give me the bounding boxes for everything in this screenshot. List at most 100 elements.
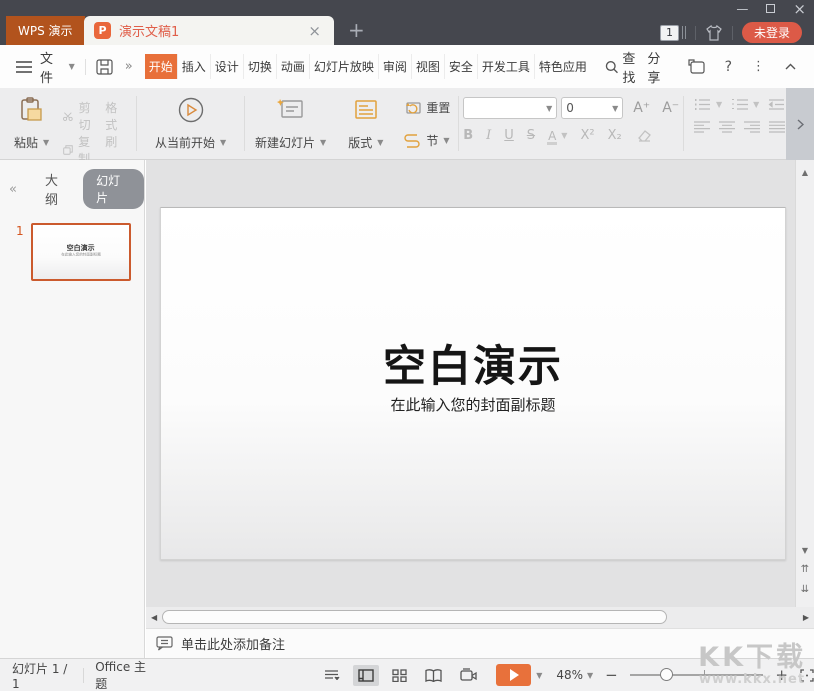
record-show-button[interactable]	[455, 664, 482, 686]
file-menu[interactable]: 文件 ▼	[40, 48, 75, 86]
ribbon-home: 粘贴▼ 剪切 复制	[0, 88, 814, 160]
find-button[interactable]: 查找	[605, 48, 647, 86]
subscript-button[interactable]: X₂	[608, 128, 622, 143]
new-tab-button[interactable]: +	[348, 20, 365, 40]
chevron-down-icon: ▼	[546, 104, 552, 113]
share-document-icon[interactable]	[688, 59, 705, 74]
zoom-out-button[interactable]: −	[605, 666, 618, 684]
document-tab[interactable]: P 演示文稿1 ×	[84, 16, 334, 45]
tab-slideshow[interactable]: 幻灯片放映	[309, 54, 378, 79]
tab-outline[interactable]: 大纲	[45, 170, 70, 208]
tab-home[interactable]: 开始	[145, 54, 177, 79]
tab-review[interactable]: 审阅	[378, 54, 411, 79]
horizontal-scrollbar[interactable]: ◀ ▶	[146, 607, 814, 628]
scroll-right-icon[interactable]: ▶	[803, 613, 809, 622]
strikethrough-button[interactable]: S	[527, 128, 535, 143]
theme-label[interactable]: Office 主题	[95, 658, 152, 691]
decrease-indent-button[interactable]	[768, 98, 785, 111]
share-button[interactable]: 分享	[647, 48, 667, 86]
numbering-button[interactable]: ▼	[731, 98, 759, 111]
zoom-level[interactable]: 48% ▼	[556, 668, 593, 682]
hamburger-menu-icon[interactable]	[16, 61, 32, 73]
thumbnail-title: 空白演示	[67, 244, 95, 253]
grow-font-button[interactable]: A⁺	[633, 100, 650, 116]
login-button[interactable]: 未登录	[742, 22, 802, 43]
superscript-button[interactable]: X²	[580, 128, 594, 143]
shrink-font-button[interactable]: A⁻	[662, 100, 679, 116]
section-button[interactable]: 节 ▼	[403, 132, 450, 149]
bold-button[interactable]: B	[463, 128, 473, 143]
font-name-select[interactable]: ▼	[463, 97, 557, 119]
justify-button[interactable]	[769, 121, 785, 133]
format-painter-label[interactable]: 格式刷	[105, 99, 128, 150]
tab-slides[interactable]: 幻灯片	[83, 169, 144, 209]
previous-slide-icon[interactable]: ⇈	[796, 564, 814, 575]
bullets-button[interactable]: ▼	[694, 98, 722, 111]
collapse-ribbon-icon[interactable]	[785, 63, 796, 70]
help-button[interactable]: ?	[725, 59, 732, 75]
notes-bar[interactable]: 单击此处添加备注	[146, 628, 814, 658]
menubar-right-cluster: 分享 ? ⋮	[647, 48, 814, 86]
reset-button[interactable]: 重置	[403, 99, 450, 116]
zoom-in-button[interactable]: +	[775, 666, 788, 684]
layout-button[interactable]: 版式▼	[342, 95, 389, 159]
underline-button[interactable]: U	[504, 128, 514, 143]
play-from-current-button[interactable]: 从当前开始▼	[141, 95, 240, 159]
open-documents-badge[interactable]: 1	[660, 25, 679, 41]
normal-view-button[interactable]	[353, 665, 379, 686]
tab-developer[interactable]: 开发工具	[477, 54, 534, 79]
tab-insert[interactable]: 插入	[177, 54, 210, 79]
close-tab-icon[interactable]: ×	[305, 22, 324, 40]
slide-title[interactable]: 空白演示	[161, 332, 785, 394]
skin-theme-icon[interactable]	[705, 25, 723, 41]
tab-animations[interactable]: 动画	[276, 54, 309, 79]
wps-app-tab[interactable]: WPS 演示	[6, 16, 85, 45]
cut-button[interactable]: 剪切	[63, 99, 95, 133]
slide-subtitle[interactable]: 在此输入您的封面副标题	[161, 394, 785, 415]
chevron-down-icon: ▼	[220, 138, 226, 147]
notes-toggle-button[interactable]	[320, 666, 345, 684]
paste-button[interactable]: 粘贴▼	[8, 95, 55, 159]
more-options-icon[interactable]: ⋮	[752, 59, 765, 74]
save-icon[interactable]	[96, 59, 113, 75]
zoom-slider-center-tick	[704, 670, 705, 679]
horizontal-scroll-thumb[interactable]	[162, 610, 667, 624]
play-options-chevron[interactable]: ▼	[536, 671, 542, 680]
zoom-slider[interactable]	[630, 674, 764, 676]
italic-button[interactable]: I	[486, 128, 491, 143]
slide-page[interactable]: 空白演示 在此输入您的封面副标题	[160, 207, 786, 560]
new-slide-button[interactable]: 新建幻灯片▼	[249, 95, 332, 159]
next-slide-icon[interactable]: ⇊	[796, 584, 814, 595]
vertical-scrollbar[interactable]: ▲ ▼ ⇈ ⇊	[795, 160, 814, 607]
align-left-button[interactable]	[694, 121, 710, 133]
scroll-down-icon[interactable]: ▼	[796, 546, 814, 555]
clear-format-icon[interactable]	[635, 129, 651, 142]
fit-to-window-button[interactable]	[800, 669, 814, 682]
tab-special-features[interactable]: 特色应用	[534, 54, 591, 79]
align-right-button[interactable]	[744, 121, 760, 133]
scroll-left-icon[interactable]: ◀	[151, 613, 157, 622]
notes-placeholder[interactable]: 单击此处添加备注	[181, 634, 285, 653]
close-window-button[interactable]: ×	[793, 3, 806, 15]
align-center-button[interactable]	[719, 121, 735, 133]
play-slideshow-button[interactable]	[496, 664, 531, 686]
reading-view-button[interactable]	[420, 665, 447, 686]
font-size-select[interactable]: 0 ▼	[561, 97, 623, 119]
scroll-up-icon[interactable]: ▲	[796, 168, 814, 177]
minimize-button[interactable]: —	[736, 3, 748, 15]
slideshow-group: 从当前开始▼	[141, 88, 240, 159]
reset-label: 重置	[426, 99, 450, 116]
zoom-slider-knob[interactable]	[660, 668, 673, 681]
quickbar-more-button[interactable]: »	[125, 59, 133, 74]
slide-sorter-view-button[interactable]	[387, 665, 412, 686]
font-color-button[interactable]: A ▼	[548, 129, 567, 143]
slide-thumbnail[interactable]: 空白演示 在此输入您的封面副标题	[31, 223, 131, 281]
tab-transitions[interactable]: 切换	[243, 54, 276, 79]
tab-design[interactable]: 设计	[210, 54, 243, 79]
tab-security[interactable]: 安全	[444, 54, 477, 79]
ribbon-expand-strip[interactable]	[786, 88, 814, 160]
collapse-panel-icon[interactable]: «	[9, 182, 17, 197]
tab-view[interactable]: 视图	[411, 54, 444, 79]
wps-presentation-window: WPS 演示 P 演示文稿1 × + — × 1 未登录	[0, 0, 814, 691]
maximize-button[interactable]	[766, 3, 775, 15]
